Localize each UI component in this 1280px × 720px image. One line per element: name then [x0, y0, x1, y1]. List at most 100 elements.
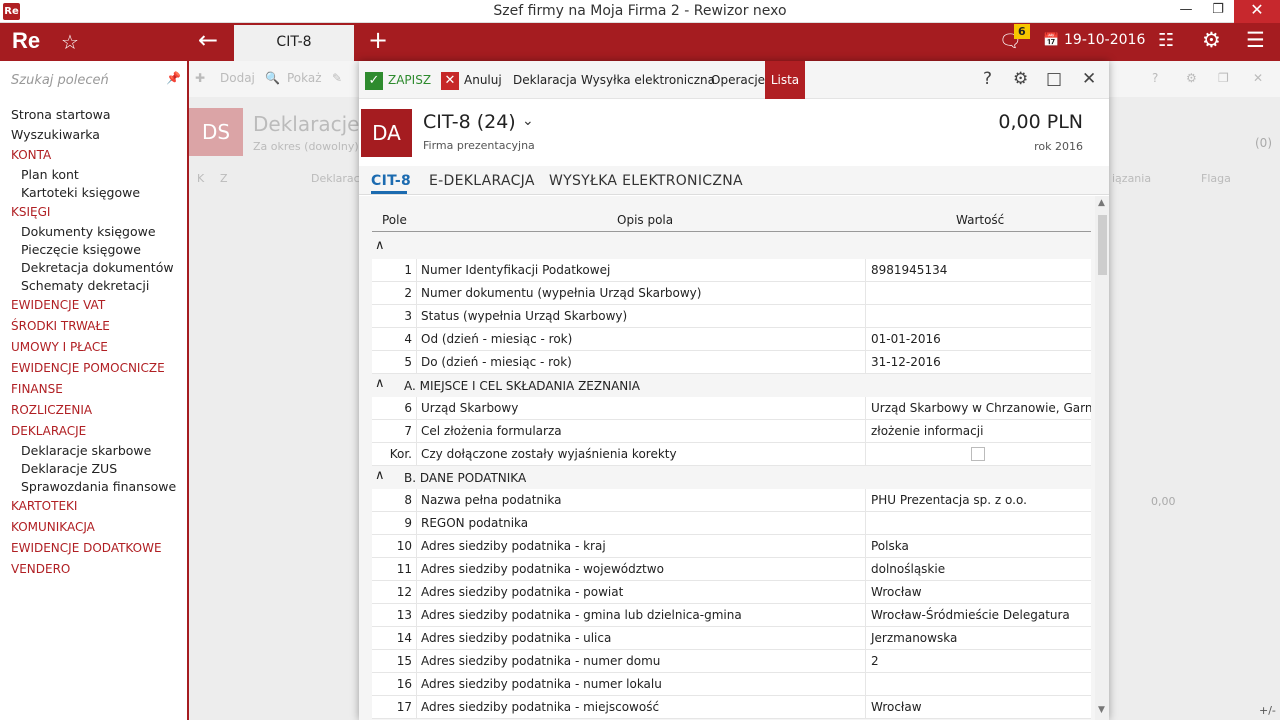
table-row[interactable]: Kor. Czy dołączone zostały wyjaśnienia ko… [372, 443, 1091, 466]
field-value-cell[interactable]: 31-12-2016 [865, 351, 1091, 374]
sidebar-item[interactable]: FINANSE [0, 379, 176, 400]
table-row[interactable]: 6 Urząd Skarbowy Urząd Skarbowy w Chrzanow… [372, 397, 1091, 420]
remote-signal-icon[interactable]: ☷ [1158, 30, 1174, 51]
field-value-cell[interactable]: Wrocław [865, 581, 1091, 604]
sidebar-item[interactable]: Schematy dekretacji [0, 277, 176, 295]
section-row[interactable]: ∧ B. DANE PODATNIKA [372, 466, 1091, 489]
sidebar-item[interactable]: Dokumenty księgowe [0, 223, 176, 241]
dialog-close-icon[interactable]: ✕ [1082, 69, 1096, 89]
field-value-cell[interactable]: Jerzmanowska [865, 627, 1091, 650]
section-row[interactable]: ∧ A. MIEJSCE I CEL SKŁADANIA ZEZNANIA [372, 374, 1091, 397]
close-window-icon[interactable]: ✕ [1234, 0, 1280, 23]
command-search-input[interactable]: Szukaj poleceń [11, 73, 109, 88]
field-value-cell[interactable] [865, 673, 1091, 696]
list-button[interactable]: Lista [765, 61, 805, 99]
collapse-caret-icon[interactable]: ∧ [375, 468, 385, 483]
table-row[interactable]: 3 Status (wypełnia Urząd Skarbowy) [372, 305, 1091, 328]
sidebar-item[interactable]: Deklaracje skarbowe [0, 442, 176, 460]
sidebar-item[interactable]: Pieczęcie księgowe [0, 241, 176, 259]
field-value-cell[interactable]: Urząd Skarbowy w Chrzanowie, Garnca... [865, 397, 1091, 420]
field-value-cell[interactable]: Wrocław [865, 696, 1091, 719]
tab-wysylka-elektroniczna[interactable]: WYSYŁKA ELEKTRONICZNA [549, 173, 743, 189]
sidebar-item[interactable]: KONTA [0, 145, 176, 166]
sidebar-item[interactable]: Wyszukiwarka [0, 125, 176, 145]
field-value-cell[interactable]: PHU Prezentacja sp. z o.o. [865, 489, 1091, 512]
table-row[interactable]: 16 Adres siedziby podatnika - numer lokal… [372, 673, 1091, 696]
table-row[interactable]: 12 Adres siedziby podatnika - powiat Wrocł… [372, 581, 1091, 604]
collapse-caret-icon[interactable]: ∧ [375, 376, 385, 391]
sidebar-item[interactable]: KSIĘGI [0, 202, 176, 223]
sidebar-item[interactable]: ŚRODKI TRWAŁE [0, 316, 176, 337]
minimize-icon[interactable]: — [1170, 0, 1202, 23]
tab-cit8-form[interactable]: CIT-8 [371, 173, 411, 189]
save-button[interactable]: ✓ ZAPISZ [365, 61, 431, 99]
field-value-cell[interactable] [865, 305, 1091, 328]
table-row[interactable]: 8 Nazwa pełna podatnika PHU Prezentacja sp… [372, 489, 1091, 512]
table-row[interactable]: 17 Adres siedziby podatnika - miejscowość… [372, 696, 1091, 719]
app-logo[interactable]: Re [12, 28, 40, 54]
scroll-up-icon[interactable]: ▲ [1098, 198, 1105, 208]
table-row[interactable]: 1 Numer Identyfikacji Podatkowej 898194513… [372, 259, 1091, 282]
table-row[interactable]: 11 Adres siedziby podatnika - województwo… [372, 558, 1091, 581]
field-value-cell[interactable]: 2 [865, 650, 1091, 673]
table-row[interactable]: 10 Adres siedziby podatnika - kraj Polska [372, 535, 1091, 558]
grid-scrollbar[interactable]: ▲ ▼ [1095, 196, 1109, 720]
sidebar-item[interactable]: Deklaracje ZUS [0, 460, 176, 478]
sidebar-item[interactable]: KARTOTEKI [0, 496, 176, 517]
electronic-send-button[interactable]: Wysyłka elektroniczna [581, 61, 715, 99]
sidebar-item[interactable]: KOMUNIKACJA [0, 517, 176, 538]
table-row[interactable]: 13 Adres siedziby podatnika - gmina lub d… [372, 604, 1091, 627]
help-icon[interactable]: ? [983, 69, 992, 89]
bg-plusminus[interactable]: +/- [1259, 704, 1276, 717]
maximize-icon[interactable]: □ [1046, 69, 1062, 89]
chevron-down-icon[interactable]: ⌄ [522, 113, 534, 129]
sidebar-item[interactable]: Kartoteki księgowe [0, 184, 176, 202]
sidebar-item[interactable]: UMOWY I PŁACE [0, 337, 176, 358]
correction-checkbox[interactable] [971, 447, 985, 461]
table-row[interactable]: 2 Numer dokumentu (wypełnia Urząd Skarbow… [372, 282, 1091, 305]
sidebar-item[interactable]: Dekretacja dokumentów [0, 259, 176, 277]
declaration-menu-button[interactable]: Deklaracja [513, 61, 577, 99]
table-row[interactable]: 9 REGON podatnika [372, 512, 1091, 535]
sidebar-item[interactable]: ROZLICZENIA [0, 400, 176, 421]
cancel-button[interactable]: ✕ Anuluj [441, 61, 502, 99]
section-row[interactable]: ∧ [372, 236, 1091, 259]
field-value-cell[interactable] [865, 512, 1091, 535]
table-row[interactable]: 14 Adres siedziby podatnika - ulica Jerzma… [372, 627, 1091, 650]
pin-icon[interactable]: 📌 [166, 71, 181, 85]
restore-icon[interactable]: ❐ [1202, 0, 1234, 23]
sidebar-item[interactable]: EWIDENCJE POMOCNICZE [0, 358, 176, 379]
scroll-thumb[interactable] [1098, 215, 1107, 275]
collapse-caret-icon[interactable]: ∧ [375, 238, 385, 253]
calendar-icon[interactable]: 📅 [1043, 33, 1059, 48]
field-value-cell[interactable]: Wrocław-Śródmieście Delegatura [865, 604, 1091, 627]
favorites-star-icon[interactable]: ☆ [61, 30, 79, 54]
hamburger-menu-icon[interactable]: ☰ [1246, 28, 1265, 52]
tab-e-deklaracja[interactable]: E-DEKLARACJA [429, 173, 535, 189]
tab-cit8[interactable]: CIT-8 [234, 25, 354, 61]
field-value-cell[interactable]: złożenie informacji [865, 420, 1091, 443]
sidebar-item[interactable]: VENDERO [0, 559, 176, 580]
sidebar-item[interactable]: Plan kont [0, 166, 176, 184]
field-value-cell[interactable] [865, 443, 1091, 466]
table-row[interactable]: 4 Od (dzień - miesiąc - rok) 01-01-2016 [372, 328, 1091, 351]
sidebar-item[interactable]: EWIDENCJE VAT [0, 295, 176, 316]
back-arrow-icon[interactable]: ← [198, 26, 218, 54]
field-value-cell[interactable]: 01-01-2016 [865, 328, 1091, 351]
scroll-down-icon[interactable]: ▼ [1098, 705, 1105, 715]
table-row[interactable]: 7 Cel złożenia formularza złożenie informa… [372, 420, 1091, 443]
table-row[interactable]: 15 Adres siedziby podatnika - numer domu 2 [372, 650, 1091, 673]
sidebar-item[interactable]: Strona startowa [0, 105, 176, 125]
field-value-cell[interactable]: Polska [865, 535, 1091, 558]
sidebar-item[interactable]: Sprawozdania finansowe [0, 478, 176, 496]
dialog-settings-icon[interactable]: ⚙ [1013, 69, 1028, 89]
table-row[interactable]: 5 Do (dzień - miesiąc - rok) 31-12-2016 [372, 351, 1091, 374]
field-value-cell[interactable]: 8981945134 [865, 259, 1091, 282]
field-value-cell[interactable]: dolnośląskie [865, 558, 1091, 581]
new-tab-plus-icon[interactable]: + [368, 26, 388, 54]
current-date[interactable]: 19-10-2016 [1064, 32, 1145, 48]
sidebar-item[interactable]: DEKLARACJE [0, 421, 176, 442]
operations-button[interactable]: Operacje [711, 61, 765, 99]
sidebar-item[interactable]: EWIDENCJE DODATKOWE [0, 538, 176, 559]
field-value-cell[interactable] [865, 282, 1091, 305]
